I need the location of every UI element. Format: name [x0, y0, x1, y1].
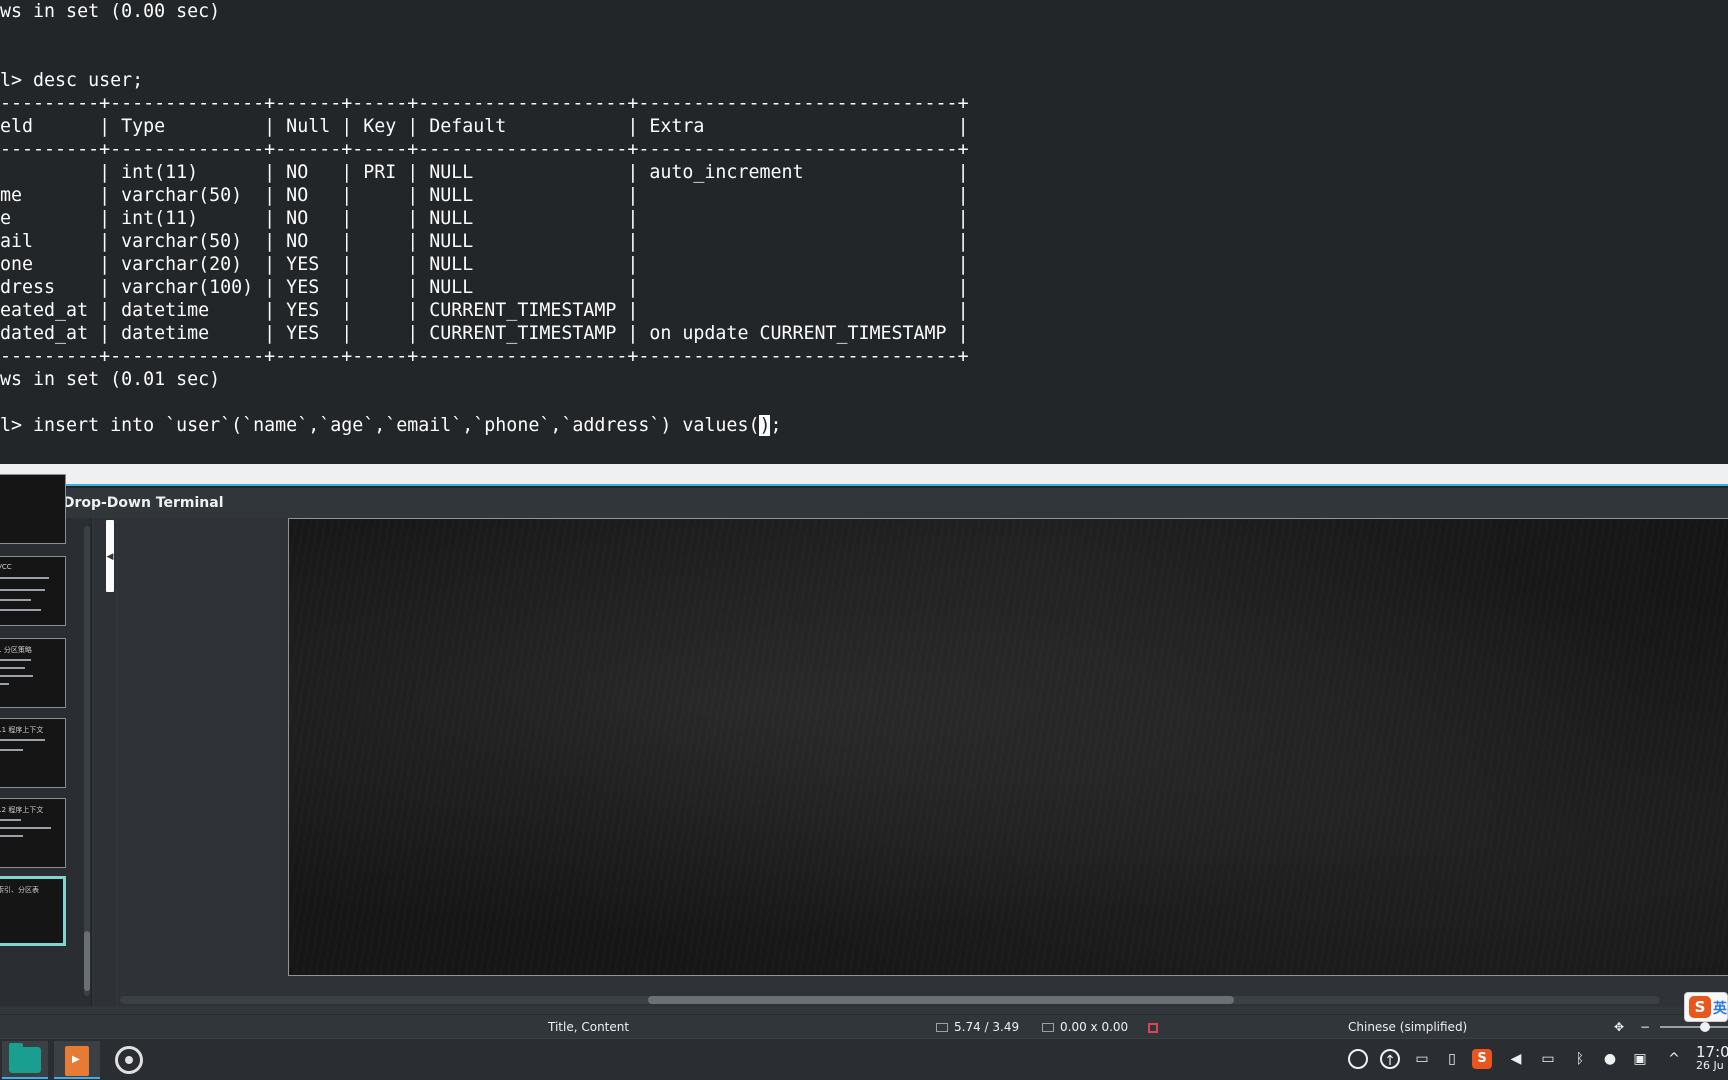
terminal-icon[interactable]: ▭: [1412, 1049, 1432, 1069]
impress-icon: [65, 1046, 89, 1076]
zoom-slider-knob[interactable]: [1700, 1022, 1710, 1032]
slide-thumbnail-5[interactable]: 2.2 程序上下文: [0, 798, 66, 868]
command-line[interactable]: mysql> insert into `user`(`name`,`age`,`…: [0, 415, 782, 436]
slide-thumbnail-3[interactable]: 1. 分区策略: [0, 638, 66, 708]
sogou-logo-icon: S: [1689, 996, 1711, 1018]
cursor-position: 5.74 / 3.49: [936, 1015, 1019, 1039]
volume-icon[interactable]: ◀: [1506, 1049, 1526, 1069]
bluetooth-icon[interactable]: ᛒ: [1570, 1049, 1590, 1069]
terminal-output[interactable]: 8 rows in set (0.00 sec) mysql> desc use…: [0, 0, 1728, 464]
document-modified[interactable]: [1148, 1015, 1158, 1039]
task-impress[interactable]: [54, 1041, 100, 1079]
slide-thumbnail-6[interactable]: 索引、分区表: [0, 876, 66, 946]
slide-pane-scrollbar[interactable]: [84, 526, 90, 996]
text-cursor: ): [759, 415, 771, 436]
position-icon: [936, 1023, 948, 1032]
fit-slide-icon[interactable]: ✥: [1614, 1015, 1624, 1039]
update-icon[interactable]: ↑: [1380, 1049, 1400, 1069]
file-manager-icon: [9, 1043, 41, 1073]
status-bar: Title, Content 5.74 / 3.49 0.00 x 0.00 C…: [0, 1014, 1728, 1038]
clock[interactable]: 17:0 26 Ju: [1696, 1043, 1728, 1072]
collapse-arrow-icon: ◀: [106, 552, 114, 562]
zoom-slider[interactable]: [1660, 1026, 1728, 1028]
ime-mode: 英: [1713, 1001, 1727, 1017]
impress-editor: JVCC 1. 分区策略 2.1 程序上下文 2.2 程序上下文 索引、分区表: [0, 474, 1728, 1014]
object-size: 0.00 x 0.00: [1042, 1015, 1128, 1039]
microphone-icon[interactable]: ●: [1600, 1049, 1620, 1069]
expand-icon[interactable]: ^: [1664, 1049, 1684, 1069]
slide-canvas[interactable]: [118, 518, 1728, 1006]
task-file-manager[interactable]: [2, 1041, 48, 1079]
slide-layout-status[interactable]: Title, Content: [548, 1015, 629, 1039]
slide-thumbnail-4[interactable]: 2.1 程序上下文: [0, 718, 66, 788]
clipboard-icon[interactable]: ▯: [1442, 1049, 1462, 1069]
zoom-out-button[interactable]: −: [1640, 1015, 1650, 1039]
size-icon: [1042, 1023, 1054, 1032]
window-titlebar[interactable]: docker - Drop-Down Terminal: [0, 488, 1728, 518]
slide-pane-scroll-thumb[interactable]: [84, 931, 90, 991]
sogou-icon[interactable]: S: [1472, 1049, 1492, 1069]
obs-icon: [115, 1046, 143, 1074]
current-slide[interactable]: [288, 518, 1728, 976]
horizontal-scroll-thumb[interactable]: [648, 996, 1234, 1004]
taskbar: ↑ ▭ ▯ S ◀ ▭ ᛒ ● ▣ ^ 17:0 26 Ju: [0, 1038, 1728, 1080]
terminal-lines: 8 rows in set (0.00 sec) mysql> desc use…: [0, 1, 969, 390]
slide-thumbnail-2[interactable]: JVCC: [0, 556, 66, 626]
save-status-icon: [1148, 1022, 1158, 1033]
battery-icon[interactable]: ▭: [1538, 1049, 1558, 1069]
task-obs[interactable]: [106, 1041, 152, 1079]
slide-thumbnail-1[interactable]: [0, 474, 66, 544]
display-icon[interactable]: ▣: [1630, 1049, 1650, 1069]
horizontal-scrollbar[interactable]: [120, 996, 1660, 1004]
ime-status-widget[interactable]: S 英: [1684, 992, 1728, 1022]
terminal-text: 8 rows in set (0.00 sec) mysql> desc use…: [0, 0, 969, 437]
slide-pane[interactable]: JVCC 1. 分区策略 2.1 程序上下文 2.2 程序上下文 索引、分区表: [0, 474, 92, 1006]
obs-tray-icon[interactable]: [1348, 1049, 1368, 1069]
text-language[interactable]: Chinese (simplified): [1348, 1015, 1467, 1039]
terminal-resize-handle[interactable]: [0, 464, 1728, 486]
